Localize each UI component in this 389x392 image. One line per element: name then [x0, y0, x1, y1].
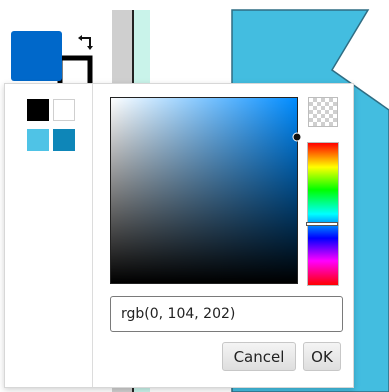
palette-swatch-black[interactable] — [27, 99, 49, 121]
hue-slider[interactable] — [306, 142, 339, 286]
sv-handle[interactable] — [292, 132, 302, 142]
primary-color-swatch[interactable] — [11, 31, 62, 81]
color-picker-popup: Cancel OK — [4, 83, 354, 388]
color-value-input[interactable] — [110, 296, 343, 332]
cancel-button[interactable]: Cancel — [222, 342, 296, 371]
ok-button[interactable]: OK — [303, 342, 341, 371]
palette-swatch-sky-blue[interactable] — [27, 129, 49, 151]
saturation-brightness-area[interactable] — [110, 97, 302, 284]
palette-swatch-teal-blue[interactable] — [53, 129, 75, 151]
swap-arrows-icon[interactable] — [77, 33, 97, 53]
hue-slider-handle[interactable] — [306, 221, 338, 226]
palette-panel — [5, 84, 93, 387]
transparency-checker-icon[interactable] — [308, 97, 338, 127]
palette-swatch-white[interactable] — [53, 99, 75, 121]
sv-black-gradient — [111, 98, 297, 283]
